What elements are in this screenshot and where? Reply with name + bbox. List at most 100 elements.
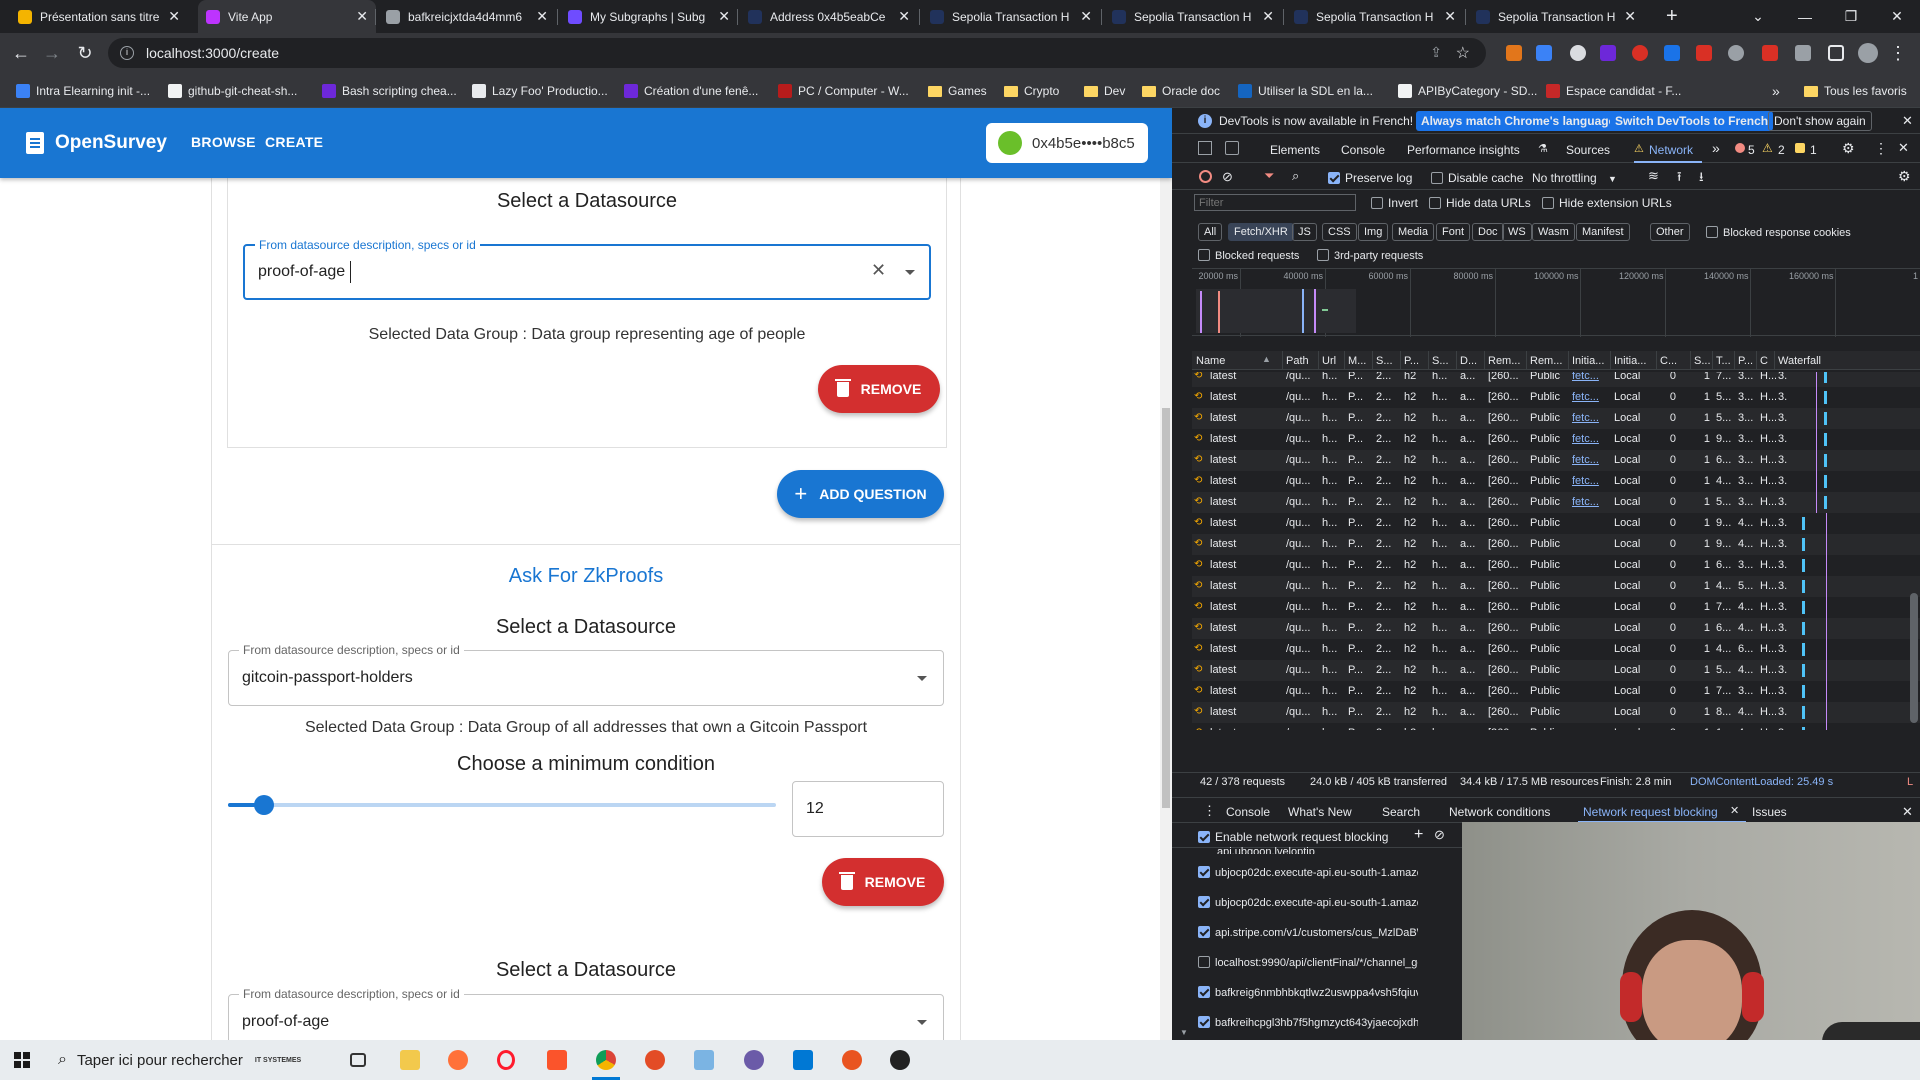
scrollbar-thumb[interactable] — [1162, 408, 1170, 808]
network-request-row[interactable]: latest/qu...h...P...2...h2h...a...[260..… — [1192, 372, 1920, 387]
disable-cache-checkbox[interactable]: Disable cache — [1431, 171, 1523, 185]
extension-icon-4[interactable] — [1600, 45, 1616, 61]
error-count[interactable]: 5 — [1748, 143, 1755, 157]
network-request-row[interactable]: latest/qu...h...P...2...h2h...a...[260..… — [1192, 450, 1920, 471]
profile-avatar[interactable] — [1858, 43, 1878, 63]
reload-icon[interactable]: ↻ — [73, 41, 97, 65]
more-panels-icon[interactable]: » — [1712, 140, 1720, 156]
windows-start-icon[interactable] — [14, 1052, 30, 1068]
bookmark-item[interactable]: Crypto — [1004, 82, 1059, 100]
column-header[interactable]: Path — [1286, 355, 1320, 367]
bookmark-star-icon[interactable]: ☆ — [1456, 43, 1470, 63]
drawer-scroll-arrow-down[interactable]: ▼ — [1180, 1028, 1188, 1037]
blocked-pattern-checkbox[interactable] — [1198, 896, 1210, 908]
app-icon-blue[interactable] — [694, 1050, 714, 1070]
blocked-requests-check[interactable] — [1198, 249, 1210, 261]
column-header[interactable]: M... — [1348, 355, 1374, 367]
network-settings-icon[interactable]: ⚙ — [1898, 168, 1911, 185]
drawer-menu-icon[interactable]: ⋮ — [1203, 803, 1216, 819]
invert-checkbox[interactable]: Invert — [1371, 196, 1418, 210]
wifi-icon[interactable]: ≋ — [1648, 168, 1659, 184]
tab-close-icon[interactable]: ✕ — [1444, 8, 1456, 25]
tab-network[interactable]: Network — [1649, 143, 1693, 157]
import-har-icon[interactable]: ⭱ — [1677, 168, 1682, 190]
extension-icon-2[interactable] — [1536, 45, 1552, 61]
network-request-row[interactable]: latest/qu...h...P...2...h2h...a...[260..… — [1192, 576, 1920, 597]
extension-icon-6[interactable] — [1664, 45, 1680, 61]
column-header[interactable]: Initia... — [1572, 355, 1612, 367]
network-request-row[interactable]: latest/qu...h...P...2...h2h...a...[260..… — [1192, 555, 1920, 576]
app-icon-purple[interactable] — [744, 1050, 764, 1070]
type-filter-chip[interactable]: JS — [1292, 223, 1317, 241]
drawer-tab-network-conditions[interactable]: Network conditions — [1449, 805, 1550, 819]
bookmark-item[interactable]: Création d'une fenê... — [624, 82, 758, 100]
browser-tab[interactable]: Vite App ✕ — [198, 0, 376, 33]
type-filter-chip[interactable]: All — [1198, 223, 1223, 241]
slider-thumb[interactable] — [254, 795, 275, 815]
invert-check[interactable] — [1371, 197, 1383, 209]
remove-all-patterns-icon[interactable]: ⊘ — [1434, 827, 1445, 843]
tab-close-icon[interactable]: ✕ — [168, 8, 180, 25]
error-icon[interactable] — [1735, 143, 1745, 153]
bookmark-item[interactable]: github-git-cheat-sh... — [168, 82, 297, 100]
bookmark-item[interactable]: Espace candidat - F... — [1546, 82, 1681, 100]
blocked-response-cookies-checkbox[interactable]: Blocked response cookies — [1706, 226, 1851, 239]
bookmark-item[interactable]: Oracle doc — [1142, 82, 1220, 100]
enable-blocking-checkbox[interactable]: Enable network request blocking — [1198, 830, 1388, 844]
new-tab-button[interactable]: + — [1658, 0, 1686, 33]
dropdown-arrow-icon[interactable] — [905, 270, 915, 275]
bookmark-item[interactable]: Utiliser la SDL en la... — [1238, 82, 1373, 100]
column-header[interactable]: Initia... — [1614, 355, 1658, 367]
dropdown-arrow-icon[interactable] — [917, 676, 927, 681]
issues-icon[interactable] — [1795, 143, 1805, 153]
devtools-menu-icon[interactable]: ⋮ — [1874, 140, 1888, 157]
column-header[interactable]: D... — [1460, 355, 1486, 367]
column-header[interactable]: S... — [1694, 355, 1714, 367]
tab-performance-insights[interactable]: Performance insights — [1407, 143, 1520, 157]
nav-create[interactable]: CREATE — [265, 134, 323, 150]
blocked-pattern-row[interactable]: ubjocp02dc.execute-api.eu-south-1.amazon… — [1198, 866, 1418, 886]
sort-ascending-icon[interactable]: ▲ — [1262, 354, 1271, 364]
network-request-row[interactable]: latest/qu...h...P...2...h2h...a...[260..… — [1192, 534, 1920, 555]
type-filter-chip[interactable]: WS — [1502, 223, 1532, 241]
datasource-select-3[interactable]: From datasource description, specs or id… — [228, 987, 944, 1040]
drawer-tab-console[interactable]: Console — [1226, 805, 1270, 819]
blocked-pattern-checkbox[interactable] — [1198, 986, 1210, 998]
wallet-button[interactable]: 0x4b5e••••b8c5 — [986, 123, 1148, 163]
network-request-row[interactable]: latest/qu...h...P...2...h2h...a...[260..… — [1192, 471, 1920, 492]
bookmark-item[interactable]: Dev — [1084, 82, 1125, 100]
preserve-log-check[interactable] — [1328, 172, 1340, 184]
datasource-select-2[interactable]: From datasource description, specs or id… — [228, 643, 944, 706]
column-header[interactable]: Waterfall — [1778, 355, 1920, 367]
extension-icon-7[interactable] — [1696, 45, 1712, 61]
blocked-pattern-row[interactable]: bafkreig6nmbhbkqtlwz2uswppa4vsh5fqiuvp4 — [1198, 986, 1418, 1006]
firefox-icon[interactable] — [448, 1050, 468, 1070]
close-drawer-icon[interactable]: ✕ — [1902, 804, 1913, 820]
restore-icon[interactable]: ❐ — [1828, 0, 1874, 33]
column-header[interactable]: S... — [1376, 355, 1402, 367]
dropdown-arrow-icon[interactable] — [917, 1020, 927, 1025]
switch-french-button[interactable]: Switch DevTools to French — [1610, 111, 1774, 131]
type-filter-chip[interactable]: Media — [1392, 223, 1434, 241]
inspect-element-icon[interactable] — [1198, 141, 1212, 155]
brave-icon[interactable] — [547, 1050, 567, 1070]
enable-blocking-check[interactable] — [1198, 831, 1210, 843]
vscode-icon[interactable] — [793, 1050, 813, 1070]
network-request-row[interactable]: latest/qu...h...P...2...h2h...a...[260..… — [1192, 723, 1920, 730]
tab-console[interactable]: Console — [1341, 143, 1385, 157]
bookmark-item[interactable]: Lazy Foo' Productio... — [472, 82, 608, 100]
drawer-tab-issues[interactable]: Issues — [1752, 805, 1787, 819]
browser-tab[interactable]: Présentation sans titre ✕ — [10, 0, 188, 33]
bookmark-item[interactable]: APIByCategory - SD... — [1398, 82, 1537, 100]
drawer-tab-network-request-blocking[interactable]: Network request blocking — [1583, 805, 1718, 819]
share-icon[interactable]: ⇪ — [1430, 44, 1442, 61]
brand-name[interactable]: OpenSurvey — [55, 132, 167, 154]
blocked-pattern-row[interactable]: ubjocp02dc.execute-api.eu-south-1.amazon… — [1198, 896, 1418, 916]
warning-count[interactable]: 2 — [1778, 143, 1785, 157]
network-request-row[interactable]: latest/qu...h...P...2...h2h...a...[260..… — [1192, 702, 1920, 723]
remove-datasource-button[interactable]: REMOVE — [818, 365, 940, 413]
tab-close-icon[interactable]: ✕ — [1080, 8, 1092, 25]
nav-browse[interactable]: BROWSE — [191, 134, 256, 150]
task-view-icon[interactable] — [350, 1053, 366, 1067]
browser-tab[interactable]: Sepolia Transaction H ✕ — [1468, 0, 1644, 33]
